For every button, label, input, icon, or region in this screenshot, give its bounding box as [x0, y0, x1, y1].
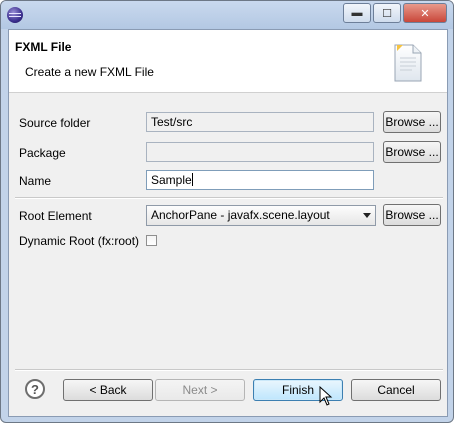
close-button[interactable]: ✕	[403, 3, 447, 23]
help-icon[interactable]: ?	[25, 379, 45, 399]
next-button[interactable]: Next >	[155, 379, 245, 401]
package-label: Package	[19, 146, 66, 160]
dropdown-arrow-icon	[363, 213, 371, 218]
root-element-value: AnchorPane - javafx.scene.layout	[151, 208, 330, 222]
text-caret	[191, 173, 193, 186]
cancel-button[interactable]: Cancel	[351, 379, 441, 401]
footer-separator	[15, 369, 443, 371]
name-field[interactable]: Sample	[146, 170, 374, 190]
source-folder-browse-button[interactable]: Browse ...	[383, 111, 441, 133]
wizard-client-area: FXML File Create a new FXML File Source …	[8, 29, 448, 417]
maximize-button[interactable]: ☐	[373, 3, 401, 23]
page-description: Create a new FXML File	[25, 65, 154, 79]
close-icon: ✕	[420, 7, 430, 20]
source-folder-field[interactable]: Test/src	[146, 112, 374, 132]
package-browse-button[interactable]: Browse ...	[383, 141, 441, 163]
mouse-pointer-icon	[319, 386, 333, 406]
source-folder-label: Source folder	[19, 116, 91, 130]
new-file-icon	[394, 44, 422, 82]
dynamic-root-label: Dynamic Root (fx:root)	[19, 234, 140, 248]
maximize-icon: ☐	[382, 7, 392, 20]
window-controls: ▬ ☐ ✕	[343, 3, 447, 23]
title-bar[interactable]: ▬ ☐ ✕	[1, 1, 453, 29]
form-separator	[15, 197, 443, 199]
package-field[interactable]	[146, 142, 374, 162]
root-element-label: Root Element	[19, 209, 92, 223]
minimize-button[interactable]: ▬	[343, 3, 371, 23]
name-value: Sample	[151, 173, 192, 187]
wizard-window: ▬ ☐ ✕ FXML File Create a new FXML File S…	[0, 0, 454, 423]
dynamic-root-checkbox[interactable]	[146, 235, 157, 246]
page-title: FXML File	[15, 40, 72, 54]
wizard-header: FXML File Create a new FXML File	[9, 30, 447, 93]
eclipse-icon	[7, 7, 23, 23]
name-label: Name	[19, 174, 52, 188]
root-element-browse-button[interactable]: Browse ...	[383, 204, 441, 226]
back-button[interactable]: < Back	[63, 379, 153, 401]
root-element-combo[interactable]: AnchorPane - javafx.scene.layout	[146, 205, 376, 226]
minimize-icon: ▬	[351, 7, 363, 19]
